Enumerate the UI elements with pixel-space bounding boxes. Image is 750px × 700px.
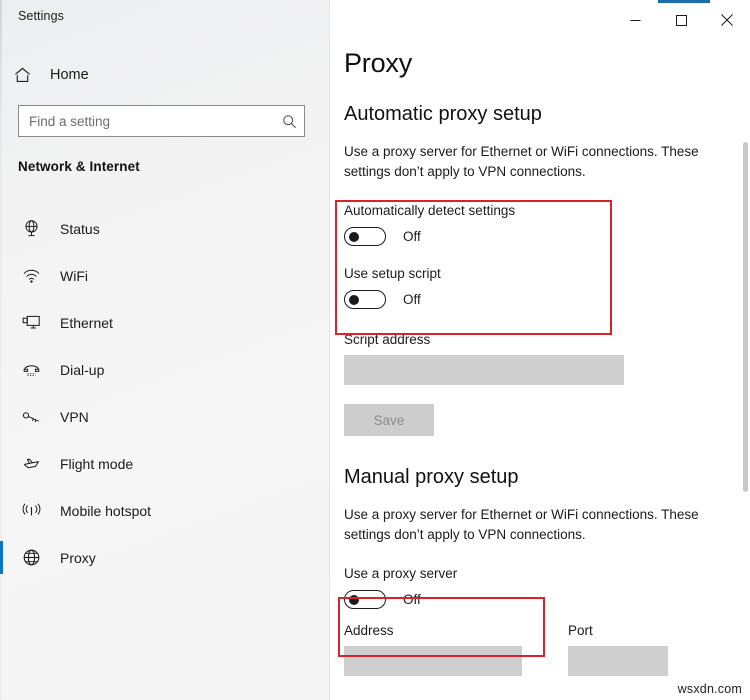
toggle-knob bbox=[349, 232, 359, 242]
sidebar-nav: Status WiFi bbox=[0, 205, 330, 581]
script-address-input[interactable] bbox=[344, 355, 624, 385]
port-group: Port bbox=[568, 623, 688, 676]
save-button[interactable]: Save bbox=[344, 404, 434, 436]
sidebar-item-ethernet[interactable]: Ethernet bbox=[0, 299, 330, 346]
sidebar-item-label: Status bbox=[60, 221, 100, 237]
maximize-button[interactable] bbox=[658, 4, 704, 36]
globe-icon bbox=[18, 548, 44, 567]
automatic-proxy-heading: Automatic proxy setup bbox=[344, 103, 750, 126]
port-input[interactable] bbox=[568, 646, 668, 676]
search-box[interactable] bbox=[18, 105, 305, 137]
automatic-proxy-description: Use a proxy server for Ethernet or WiFi … bbox=[344, 142, 716, 181]
title-accent-bar bbox=[658, 0, 710, 3]
settings-window: Settings Home Network & Internet bbox=[0, 0, 750, 700]
address-group: Address bbox=[344, 623, 546, 676]
proxy-settings-page: Proxy Automatic proxy setup Use a proxy … bbox=[344, 48, 750, 676]
app-title: Settings bbox=[18, 9, 64, 23]
auto-detect-state: Off bbox=[403, 229, 421, 244]
sidebar-item-label: Dial-up bbox=[60, 362, 104, 378]
script-address-group: Script address bbox=[344, 332, 750, 385]
setup-script-toggle[interactable] bbox=[344, 290, 386, 309]
setup-script-toggle-row: Off bbox=[344, 290, 750, 309]
auto-detect-toggle[interactable] bbox=[344, 227, 386, 246]
auto-detect-group: Automatically detect settings Off bbox=[344, 203, 750, 246]
minimize-button[interactable] bbox=[612, 4, 658, 36]
home-label: Home bbox=[50, 67, 89, 83]
script-address-label: Script address bbox=[344, 332, 750, 347]
setup-script-group: Use setup script Off bbox=[344, 266, 750, 309]
use-proxy-state: Off bbox=[403, 592, 421, 607]
wifi-icon bbox=[18, 267, 44, 284]
selection-indicator bbox=[0, 541, 3, 574]
address-port-row: Address Port bbox=[344, 623, 750, 676]
auto-detect-label: Automatically detect settings bbox=[344, 203, 750, 218]
main-content: Proxy Automatic proxy setup Use a proxy … bbox=[330, 0, 750, 700]
toggle-knob bbox=[349, 595, 359, 605]
hotspot-icon bbox=[18, 502, 44, 519]
sidebar-item-proxy[interactable]: Proxy bbox=[0, 534, 330, 581]
use-proxy-group: Use a proxy server Off bbox=[344, 566, 750, 609]
sidebar-item-flight-mode[interactable]: Flight mode bbox=[0, 440, 330, 487]
manual-proxy-heading: Manual proxy setup bbox=[344, 466, 750, 489]
sidebar-item-label: Proxy bbox=[60, 550, 96, 566]
sidebar-item-dialup[interactable]: Dial-up bbox=[0, 346, 330, 393]
address-label: Address bbox=[344, 623, 546, 638]
sidebar-item-mobile-hotspot[interactable]: Mobile hotspot bbox=[0, 487, 330, 534]
ethernet-icon bbox=[18, 314, 44, 331]
vpn-key-icon bbox=[18, 409, 44, 424]
setup-script-label: Use setup script bbox=[344, 266, 750, 281]
sidebar-item-wifi[interactable]: WiFi bbox=[0, 252, 330, 299]
search-input[interactable] bbox=[19, 114, 274, 129]
globe-monitor-icon bbox=[18, 219, 44, 238]
sidebar-item-label: WiFi bbox=[60, 268, 88, 284]
vertical-scrollbar[interactable] bbox=[743, 142, 748, 492]
airplane-icon bbox=[18, 455, 44, 472]
sidebar: Settings Home Network & Internet bbox=[0, 0, 330, 700]
use-proxy-label: Use a proxy server bbox=[344, 566, 750, 581]
setup-script-state: Off bbox=[403, 292, 421, 307]
sidebar-item-label: Mobile hotspot bbox=[60, 503, 151, 519]
sidebar-item-label: Ethernet bbox=[60, 315, 113, 331]
window-controls bbox=[610, 0, 750, 40]
sidebar-item-home[interactable]: Home bbox=[14, 60, 314, 90]
sidebar-group-title: Network & Internet bbox=[18, 159, 140, 174]
use-proxy-toggle[interactable] bbox=[344, 590, 386, 609]
address-input[interactable] bbox=[344, 646, 522, 676]
close-button[interactable] bbox=[704, 4, 750, 36]
manual-proxy-description: Use a proxy server for Ethernet or WiFi … bbox=[344, 505, 716, 544]
dialup-phone-icon bbox=[18, 361, 44, 378]
search-icon[interactable] bbox=[274, 114, 304, 129]
auto-detect-toggle-row: Off bbox=[344, 227, 750, 246]
use-proxy-toggle-row: Off bbox=[344, 590, 750, 609]
toggle-knob bbox=[349, 295, 359, 305]
sidebar-item-status[interactable]: Status bbox=[0, 205, 330, 252]
home-icon bbox=[14, 67, 44, 83]
watermark: wsxdn.com bbox=[678, 682, 742, 696]
page-title: Proxy bbox=[344, 48, 750, 79]
port-label: Port bbox=[568, 623, 688, 638]
sidebar-item-label: Flight mode bbox=[60, 456, 133, 472]
sidebar-item-label: VPN bbox=[60, 409, 89, 425]
sidebar-item-vpn[interactable]: VPN bbox=[0, 393, 330, 440]
